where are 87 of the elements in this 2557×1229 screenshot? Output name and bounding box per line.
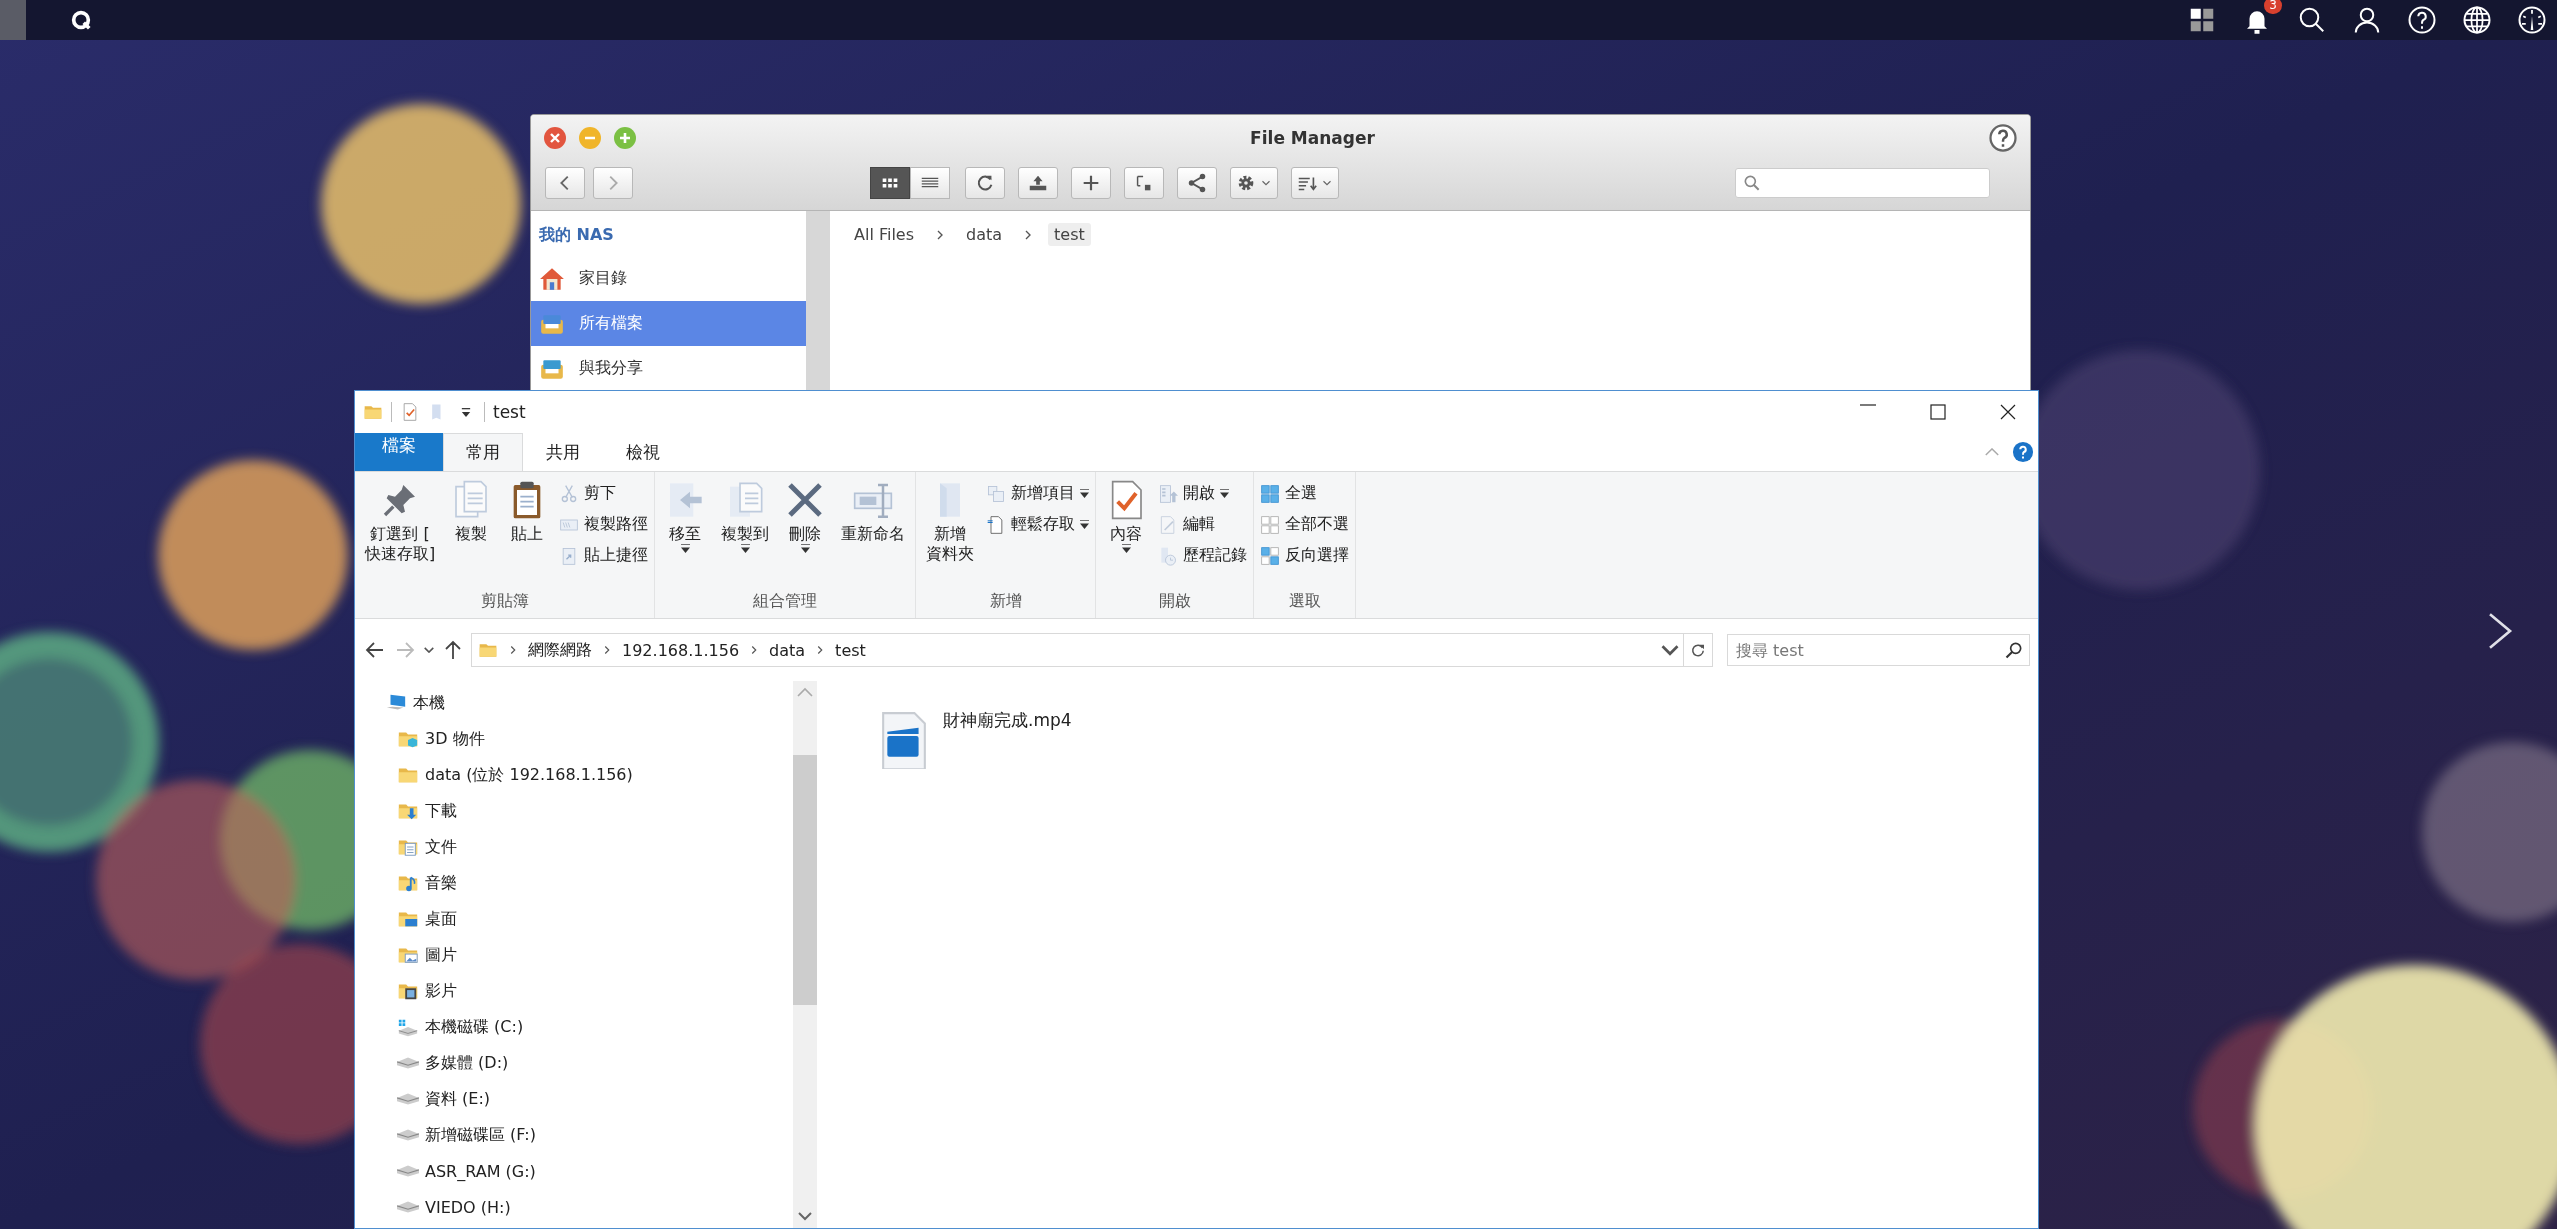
path-segment[interactable]: 網際網路 [528,639,592,661]
sidebar-item[interactable]: 與我分享 [531,346,806,391]
select-all-icon [1260,483,1281,504]
close-icon [543,126,567,150]
toolbar-button[interactable] [965,167,1005,199]
sidebar-item[interactable]: 家目錄 [531,256,806,301]
toolbar-button[interactable] [1124,167,1164,199]
share-icon [1186,172,1208,194]
scrollbar[interactable] [806,211,830,391]
ribbon-group-label: 新增 [988,590,1023,612]
nav-tree-item[interactable]: VIEDO (H:) [397,1189,793,1225]
breadcrumb-item[interactable]: test [1048,223,1091,246]
toolbar-button[interactable] [1071,167,1111,199]
close-icon [2000,404,2016,420]
toolbar-button[interactable] [1230,167,1278,199]
ribbon-group-label: 選取 [1287,590,1322,612]
ribbon-button[interactable]: 內容 [1102,480,1151,588]
toolbar-button[interactable] [1018,167,1058,199]
ribbon-button[interactable]: 刪除 [781,480,830,588]
view-mode-button[interactable] [910,167,950,199]
user-icon [2352,5,2382,35]
nav-tree-item[interactable]: ASR_RAM (G:) [397,1153,793,1189]
ribbon-tab[interactable]: 檢視 [603,433,683,471]
maximize-icon [1930,404,1946,420]
search-icon [2297,5,2327,35]
nav-tree-item[interactable]: 本機 [385,685,793,721]
ribbon-button[interactable]: 貼上 [503,480,552,588]
invert-icon [1260,545,1281,566]
search-icon [1742,173,1762,193]
ribbon-tab[interactable]: 檔案 [355,433,443,471]
gauge-icon [2517,5,2547,35]
ribbon-group-label: 組合管理 [752,590,819,612]
nav-tree-item[interactable]: 影片 [397,973,793,1009]
nav-tree-item[interactable]: 新增磁碟區 (F:) [397,1117,793,1153]
collapse-icon [1984,448,2000,456]
nav-tree-item[interactable]: 多媒體 (D:) [397,1045,793,1081]
refresh-icon [1689,641,1707,659]
ribbon-button[interactable]: 全選 [1260,480,1350,507]
ribbon-tab[interactable]: 常用 [443,433,523,471]
nav-tree-item[interactable]: data (位於 192.168.1.156) [397,757,793,793]
nav-tree-item[interactable]: 音樂 [397,865,793,901]
caret-icon [423,647,435,653]
ribbon-button[interactable]: 反向選擇 [1260,542,1350,569]
path-segment[interactable]: 192.168.1.156 [622,640,740,660]
ribbon-button[interactable]: 輕鬆存取 [986,511,1090,538]
maximize-icon [613,126,637,150]
notification-badge: 3 [2264,0,2282,14]
view-mode-button[interactable] [870,167,910,199]
path-segment[interactable]: test [835,640,866,660]
ribbon-button[interactable]: 全部不選 [1260,511,1350,538]
history-icon [1158,545,1179,566]
toolbar-button[interactable] [1291,167,1339,199]
breadcrumb-item[interactable]: All Files [848,223,921,246]
toolbar-button[interactable] [1177,167,1217,199]
ribbon-group-label: 剪貼簿 [479,590,530,612]
minimize-icon [1860,404,1876,406]
logo-icon [70,9,92,31]
search-icon [2004,640,2024,660]
ribbon-group-label: 開啟 [1157,590,1192,612]
ribbon-button[interactable]: 釘選到 [ 快速存取] [361,480,440,588]
help-icon [1988,123,2018,153]
file-item[interactable]: 財神廟完成.mp4 [879,703,1072,769]
select-none-icon [1260,514,1281,535]
globe-icon [2462,5,2492,35]
nav-tree-item[interactable]: 3D 物件 [397,721,793,757]
breadcrumb-item[interactable]: data [960,223,1009,246]
search-field[interactable] [1735,168,1990,198]
nav-tree-item[interactable]: 下載 [397,793,793,829]
help-icon [2407,5,2437,35]
search-field[interactable]: 搜尋 test [1727,634,2030,666]
address-bar[interactable]: 網際網路 192.168.1.156 data test [471,633,1713,667]
nav-tree-item[interactable]: 圖片 [397,937,793,973]
scrollbar[interactable] [793,681,817,1228]
nav-tree-item[interactable]: 文件 [397,829,793,865]
window-title: test [493,402,526,422]
sidebar-heading: 我的 NAS [538,224,615,246]
path-segment[interactable]: data [769,640,806,660]
ribbon-tab[interactable]: 共用 [523,433,603,471]
nav-tree-item[interactable]: 資料 (E:) [397,1081,793,1117]
window-title: File Manager [1249,128,1376,148]
new-item-icon [986,483,1007,504]
minimize-icon [578,126,602,150]
help-icon [2012,441,2034,463]
nav-tree-item[interactable]: 桌面 [397,901,793,937]
nav-tree-item[interactable]: 本機磁碟 (C:) [397,1009,793,1045]
sidebar-item[interactable]: 所有檔案 [531,301,806,346]
open-icon [1158,483,1179,504]
